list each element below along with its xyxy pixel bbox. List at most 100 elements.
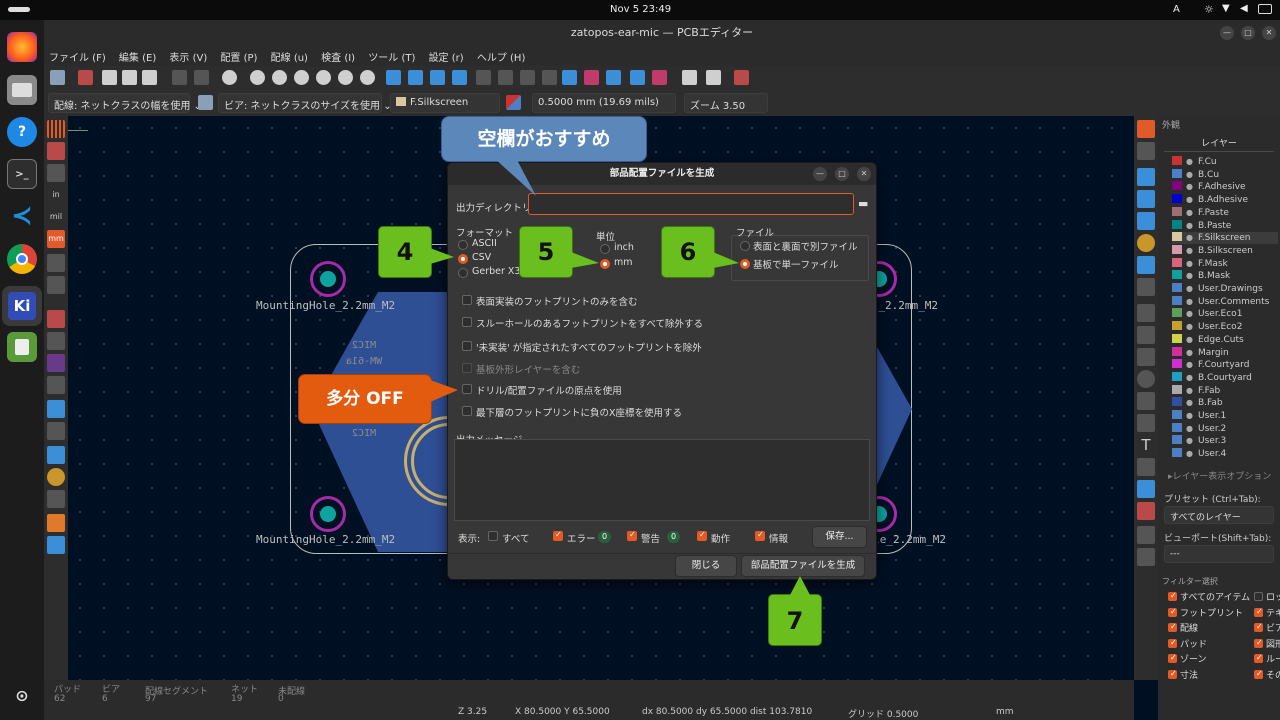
select-icon[interactable] bbox=[1137, 120, 1155, 138]
dialog-close-icon[interactable]: ✕ bbox=[857, 167, 871, 181]
filter-item[interactable]: パッド bbox=[1168, 637, 1207, 650]
layer-row[interactable]: ● Edge.Cuts bbox=[1172, 333, 1244, 346]
dialog-maximize-icon[interactable]: □ bbox=[835, 167, 849, 181]
layer-color-swatch[interactable] bbox=[1172, 384, 1182, 394]
menu-inspect[interactable]: 検査 (I) bbox=[316, 46, 360, 64]
ungroup-icon[interactable] bbox=[498, 70, 513, 85]
track-width-select[interactable]: 配線: ネットクラスの幅を使用 ⌄ bbox=[48, 93, 202, 113]
eye-icon[interactable]: ● bbox=[1186, 208, 1194, 217]
properties-icon[interactable] bbox=[47, 536, 65, 554]
filter-checkbox[interactable] bbox=[1168, 653, 1177, 663]
menu-file[interactable]: ファイル (F) bbox=[44, 46, 111, 64]
zoom-objects-icon[interactable] bbox=[338, 70, 353, 85]
layer-color-swatch[interactable] bbox=[1172, 397, 1182, 407]
folder-icon[interactable]: ▬ bbox=[858, 197, 868, 210]
power-icon[interactable] bbox=[1258, 4, 1272, 14]
viewport-select[interactable]: --- bbox=[1164, 545, 1274, 563]
eye-icon[interactable]: ● bbox=[1186, 411, 1194, 420]
lock-icon[interactable] bbox=[520, 70, 535, 85]
format-ascii-radio[interactable] bbox=[458, 240, 468, 250]
plot-icon[interactable] bbox=[142, 70, 157, 85]
mounting-hole-bl[interactable] bbox=[310, 496, 346, 532]
add-footprint-icon[interactable] bbox=[1137, 168, 1155, 186]
filter-checkbox[interactable] bbox=[1254, 607, 1263, 617]
layer-row[interactable]: ● User.Eco1 bbox=[1172, 308, 1242, 320]
draw-circle-icon[interactable] bbox=[1137, 370, 1155, 388]
units-inch-button[interactable]: in bbox=[47, 186, 65, 204]
show-apps-icon[interactable]: ⊙ bbox=[7, 680, 37, 710]
layer-row[interactable]: ● B.Courtyard bbox=[1172, 371, 1252, 384]
group-icon[interactable] bbox=[476, 70, 491, 85]
filter-checkbox[interactable] bbox=[1254, 592, 1263, 601]
redo-icon[interactable] bbox=[194, 70, 209, 85]
clock[interactable]: Nov 5 23:49 bbox=[610, 4, 671, 15]
eye-icon[interactable]: ● bbox=[1186, 360, 1194, 369]
layer-row[interactable]: ● F.Mask bbox=[1172, 257, 1228, 270]
filter-item[interactable]: 寸法 bbox=[1168, 668, 1198, 681]
menu-place[interactable]: 配置 (P) bbox=[215, 46, 262, 64]
grid-origin-icon[interactable] bbox=[1137, 526, 1155, 544]
layer-row[interactable]: ● Margin bbox=[1172, 346, 1229, 359]
layer-color-swatch[interactable] bbox=[1172, 422, 1182, 432]
filter-all-checkbox[interactable] bbox=[488, 531, 498, 541]
edit-track-sizes-icon[interactable] bbox=[198, 95, 213, 110]
filter-errors-checkbox[interactable] bbox=[553, 530, 563, 541]
layer-row[interactable]: ● User.4 bbox=[1172, 448, 1226, 460]
filter-checkbox[interactable] bbox=[1254, 653, 1263, 663]
undo-icon[interactable] bbox=[172, 70, 187, 85]
zoom-select[interactable]: ズーム 3.50 bbox=[684, 93, 768, 113]
grid-toggle-icon[interactable] bbox=[47, 120, 65, 138]
layer-row[interactable]: ● User.3 bbox=[1172, 435, 1226, 447]
layer-row[interactable]: ● F.Courtyard bbox=[1172, 359, 1249, 371]
filter-item[interactable]: テキ bbox=[1254, 606, 1280, 619]
add-zone-icon[interactable] bbox=[1137, 256, 1155, 274]
output-dir-input[interactable] bbox=[528, 193, 854, 215]
unlock-icon[interactable] bbox=[542, 70, 557, 85]
firefox-icon[interactable] bbox=[7, 32, 37, 62]
files-single-radio[interactable] bbox=[740, 259, 750, 269]
layer-color-swatch[interactable] bbox=[1172, 371, 1182, 381]
active-layer-select[interactable]: F.Silkscreen bbox=[390, 93, 500, 113]
footprint-editor-icon[interactable] bbox=[584, 70, 599, 85]
layer-pair-icon[interactable] bbox=[506, 95, 521, 110]
layer-color-swatch[interactable] bbox=[1172, 232, 1182, 242]
plugin-icon[interactable] bbox=[734, 70, 749, 85]
eye-icon[interactable]: ● bbox=[1186, 259, 1194, 268]
draw-polygon-icon[interactable] bbox=[1137, 392, 1155, 410]
grid-select[interactable]: 0.5000 mm (19.69 mils) bbox=[532, 93, 676, 113]
terminal-icon[interactable]: >_ bbox=[7, 159, 37, 189]
eye-icon[interactable]: ● bbox=[1186, 398, 1194, 407]
layer-row[interactable]: ● B.Cu bbox=[1172, 168, 1219, 181]
files-separate-radio[interactable] bbox=[740, 241, 750, 251]
footprint-browser-icon[interactable] bbox=[606, 70, 621, 85]
menu-view[interactable]: 表示 (V) bbox=[164, 46, 212, 64]
layer-row[interactable]: ● B.Fab bbox=[1172, 397, 1223, 409]
opt-smd-only-checkbox[interactable] bbox=[462, 295, 472, 305]
minimize-icon[interactable]: — bbox=[1220, 26, 1234, 40]
menu-edit[interactable]: 編集 (E) bbox=[114, 46, 161, 64]
layer-row[interactable]: ● User.Eco2 bbox=[1172, 321, 1242, 333]
drc-marker-icon[interactable] bbox=[47, 142, 65, 160]
layer-color-swatch[interactable] bbox=[1172, 257, 1182, 267]
zone-fill-icon[interactable] bbox=[47, 400, 65, 418]
zone-outline-icon[interactable] bbox=[47, 422, 65, 440]
curved-ratsnest-icon[interactable] bbox=[47, 354, 65, 372]
via-size-select[interactable]: ビア: ネットクラスのサイズを使用 ⌄ bbox=[218, 93, 392, 113]
eye-icon[interactable]: ● bbox=[1186, 309, 1194, 318]
dialog-minimize-icon[interactable]: — bbox=[813, 167, 827, 181]
layer-row[interactable]: ● F.Cu bbox=[1172, 156, 1217, 168]
help-icon[interactable]: ? bbox=[7, 117, 37, 147]
opt-negate-x-checkbox[interactable] bbox=[462, 406, 472, 416]
vscode-icon[interactable]: ≺ bbox=[7, 201, 37, 231]
units-inch-radio[interactable] bbox=[600, 244, 610, 254]
input-language[interactable]: A bbox=[1173, 4, 1180, 15]
filter-item[interactable]: フットプリント bbox=[1168, 606, 1243, 619]
layer-color-swatch[interactable] bbox=[1172, 435, 1182, 445]
add-dimension-icon[interactable] bbox=[1137, 480, 1155, 498]
layer-color-swatch[interactable] bbox=[1172, 156, 1182, 165]
filter-item[interactable]: ロッ bbox=[1254, 590, 1280, 603]
show-ratsnest-icon[interactable] bbox=[47, 332, 65, 350]
board-setup-icon[interactable] bbox=[78, 70, 93, 85]
drc-icon[interactable] bbox=[652, 70, 667, 85]
chrome-icon[interactable] bbox=[7, 244, 37, 274]
